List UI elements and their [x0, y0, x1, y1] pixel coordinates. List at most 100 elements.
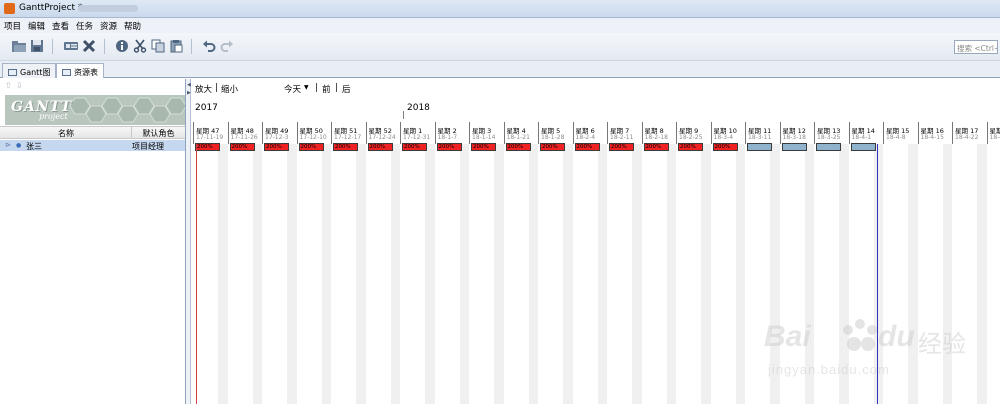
overload-bar[interactable]: 200%: [643, 143, 669, 151]
week-column-header: 星期 50 17-12-10: [296, 122, 332, 144]
weekend-stripe: [494, 144, 504, 404]
ganttproject-logo: GANTT project: [5, 95, 185, 125]
copy-icon[interactable]: [149, 37, 167, 55]
overload-bar[interactable]: 200%: [333, 143, 358, 151]
week-column-header: 星期 47 17-11-19: [193, 122, 228, 144]
availability-bar[interactable]: [747, 143, 772, 151]
open-icon[interactable]: [10, 37, 28, 55]
week-column-header: 星期 51 17-12-17: [331, 122, 366, 144]
save-icon[interactable]: [28, 37, 46, 55]
resource-role[interactable]: 项目经理: [132, 141, 164, 152]
week-column-header: 星期 1818-4-29: [986, 122, 1000, 144]
next-button[interactable]: 后: [342, 83, 351, 95]
watermark-url: jingyan.baidu.com: [768, 362, 890, 377]
move-up-icon[interactable]: ⇧: [5, 82, 13, 90]
previous-button[interactable]: 前: [322, 83, 331, 95]
menu-item-edit[interactable]: 编辑: [28, 20, 45, 32]
week-column-header: 星期 12 18-3-18: [779, 122, 815, 144]
title-bar: GanttProject *: [0, 0, 1000, 18]
watermark-brand: Bai: [764, 320, 811, 353]
week-column-header: 星期 1 17-12-31: [400, 122, 435, 144]
logo-subtitle: project: [39, 112, 68, 121]
overload-bar[interactable]: 200%: [229, 143, 255, 151]
week-start-date: 18-1-14: [472, 134, 496, 141]
weekend-stripe: [459, 144, 469, 404]
column-name-header[interactable]: 名称: [0, 128, 132, 139]
search-input[interactable]: 搜索 <Ctrl+F>: [954, 40, 998, 54]
week-start-date: 18-4-1: [851, 134, 872, 141]
weekend-stripe: [218, 144, 228, 404]
week-column-header: 星期 11 18-3-11: [745, 122, 780, 144]
availability-bar[interactable]: [850, 143, 876, 151]
zoom-out-button[interactable]: 缩小: [221, 83, 238, 95]
weekend-stripe: [390, 144, 400, 404]
year-divider: [403, 111, 404, 119]
resource-row[interactable]: ⊳ ● 张三 项目经理: [0, 140, 185, 151]
properties-icon[interactable]: [113, 37, 131, 55]
week-column-header: 星期 15 18-4-8: [883, 122, 918, 144]
overload-bar[interactable]: 200%: [367, 143, 393, 151]
menu-item-help[interactable]: 帮助: [124, 20, 141, 32]
redo-icon[interactable]: [218, 37, 236, 55]
overload-bar[interactable]: 200%: [298, 143, 324, 151]
overload-bar[interactable]: 200%: [678, 143, 703, 151]
overload-bar[interactable]: 200%: [436, 143, 462, 151]
chevron-down-icon[interactable]: ▼: [304, 84, 309, 91]
week-column-header: 星期 14 18-4-1: [848, 122, 884, 144]
week-column-header: 星期 2 18-1-7: [434, 122, 470, 144]
expand-icon[interactable]: ⊳: [5, 141, 11, 149]
undo-icon[interactable]: [200, 37, 218, 55]
blurred-filename: [78, 5, 138, 12]
view-tabs: Gantt图 资源表: [0, 61, 1000, 78]
menu-item-view[interactable]: 查看: [52, 20, 69, 32]
week-start-date: 17-12-31: [403, 134, 431, 141]
availability-bar[interactable]: [781, 143, 807, 151]
week-start-date: 17-12-3: [265, 134, 289, 141]
overload-bar[interactable]: 200%: [471, 143, 496, 151]
overload-bar[interactable]: 200%: [540, 143, 565, 151]
weekend-stripe: [735, 144, 745, 404]
week-start-date: 18-2-4: [575, 134, 596, 141]
zoom-in-button[interactable]: 放大: [195, 83, 212, 95]
menu-item-tasks[interactable]: 任务: [76, 20, 93, 32]
move-down-icon[interactable]: ⇩: [16, 82, 24, 90]
overload-bar[interactable]: 200%: [712, 143, 738, 151]
resource-table-header: 名称 默认角色: [0, 126, 185, 139]
tab-resources[interactable]: 资源表: [56, 63, 104, 78]
paste-icon[interactable]: [167, 37, 185, 55]
overload-bar[interactable]: 200%: [402, 143, 427, 151]
weekend-stripe: [287, 144, 297, 404]
week-column-header: 星期 17 18-4-22: [952, 122, 987, 144]
resource-name[interactable]: 张三: [26, 141, 42, 152]
toolbar-separator: [191, 39, 192, 54]
year-label: 2018: [407, 103, 430, 113]
week-start-date: 17-12-24: [368, 134, 396, 141]
cut-icon[interactable]: [131, 37, 149, 55]
menu-item-resources[interactable]: 资源: [100, 20, 117, 32]
main-toolbar: 搜索 <Ctrl+F>: [0, 33, 1000, 61]
week-start-date: 18-4-22: [955, 134, 979, 141]
gantt-tab-icon: [8, 68, 17, 76]
tab-gantt[interactable]: Gantt图: [2, 63, 57, 78]
resource-panel: ⇧ ⇩ GANTT project 名称 默认角色 ⊳ ● 张三 项目经理: [0, 79, 186, 404]
overload-bar[interactable]: 200%: [195, 143, 220, 151]
delete-icon[interactable]: [80, 37, 98, 55]
weekend-stripe: [701, 144, 711, 404]
overload-bar[interactable]: 200%: [505, 143, 531, 151]
week-column-header: 星期 6 18-2-4: [572, 122, 608, 144]
weekend-stripe: [528, 144, 538, 404]
overload-bar[interactable]: 200%: [609, 143, 634, 151]
availability-bar[interactable]: [816, 143, 841, 151]
column-role-header[interactable]: 默认角色: [132, 128, 185, 139]
overload-bar[interactable]: 200%: [264, 143, 289, 151]
resource-tab-icon: [62, 68, 71, 76]
menu-bar: 项目 编辑 查看 任务 资源 帮助: [0, 18, 1000, 33]
overload-bar[interactable]: 200%: [574, 143, 600, 151]
week-start-date: 18-4-15: [920, 134, 944, 141]
year-label: 2017: [195, 103, 218, 113]
week-start-date: 18-3-18: [782, 134, 806, 141]
menu-item-project[interactable]: 项目: [4, 20, 21, 32]
app-icon: [4, 3, 15, 14]
today-button[interactable]: 今天: [284, 83, 301, 95]
new-resource-icon[interactable]: [62, 37, 80, 55]
